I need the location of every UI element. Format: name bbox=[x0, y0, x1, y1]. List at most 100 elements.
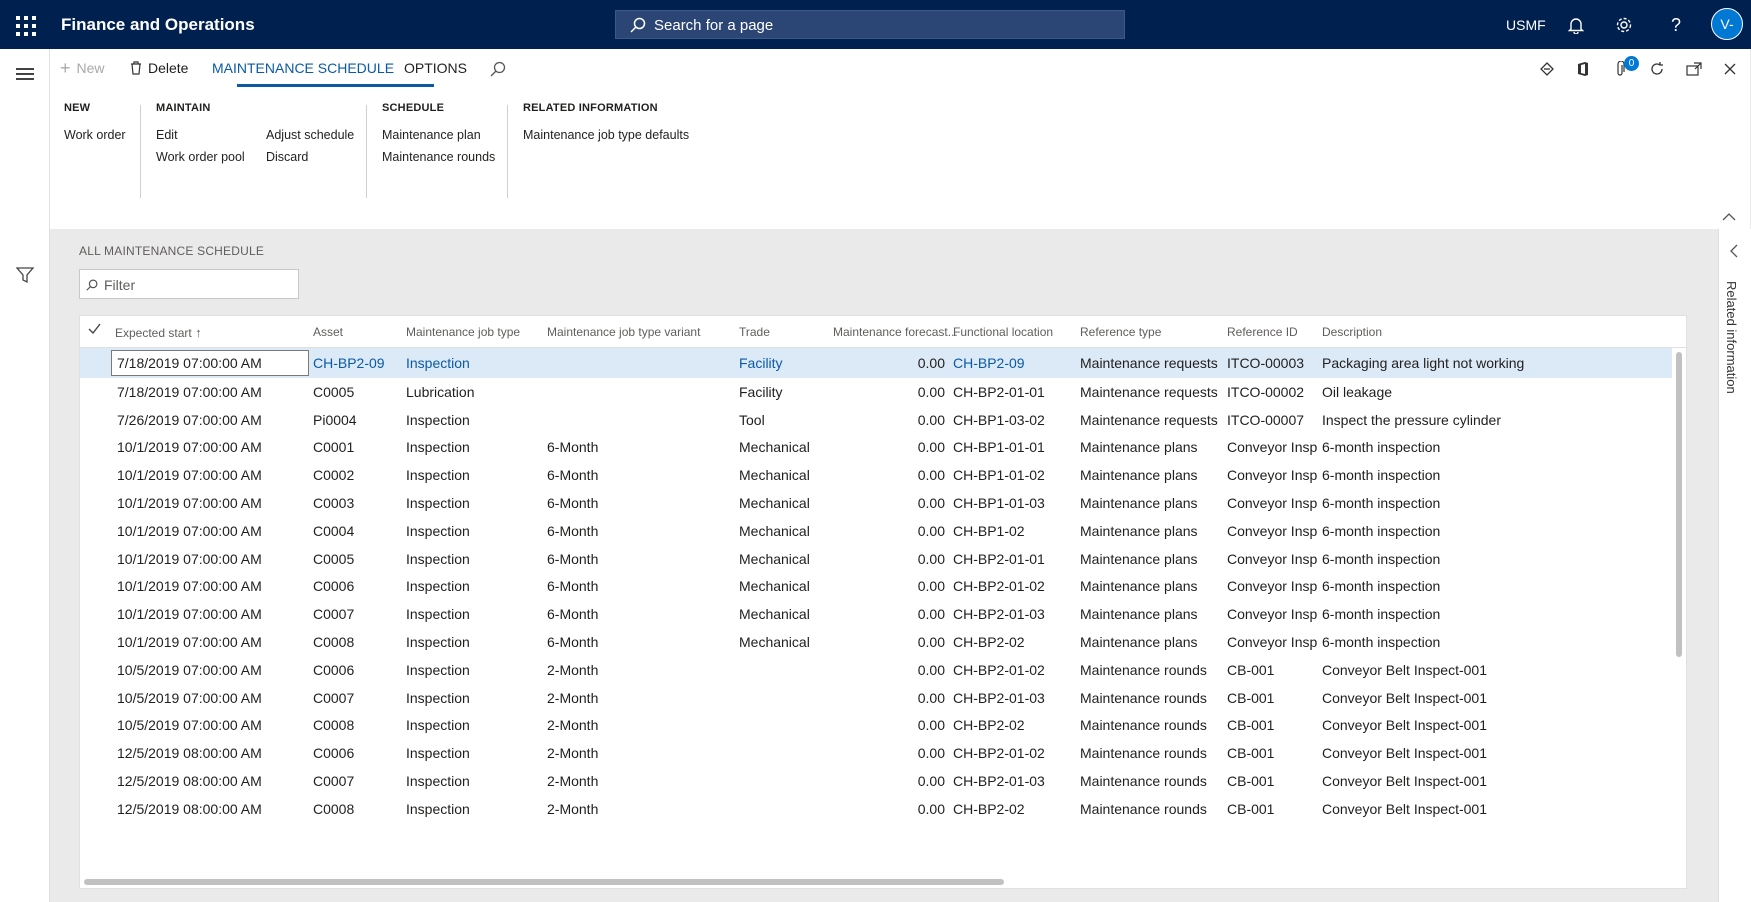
vertical-scrollbar[interactable] bbox=[1676, 352, 1682, 657]
collapse-ribbon-icon[interactable] bbox=[1722, 209, 1736, 225]
cell-job-type: Inspection bbox=[406, 411, 470, 428]
cell-asset: C0007 bbox=[313, 689, 355, 706]
table-row[interactable]: 10/1/2019 07:00:00 AM C0003 Inspection 6-Mo… bbox=[80, 488, 1672, 518]
app-launcher-icon[interactable] bbox=[14, 14, 36, 36]
cell-asset: C0003 bbox=[313, 495, 355, 511]
col-reference-type[interactable]: Reference type bbox=[1080, 325, 1161, 339]
cell-expected-start[interactable]: 7/18/2019 07:00:00 AM bbox=[117, 384, 307, 400]
col-description[interactable]: Description bbox=[1322, 325, 1382, 339]
table-row[interactable]: 12/5/2019 08:00:00 AM C0006 Inspection 2-Mo… bbox=[80, 738, 1672, 768]
cell-expected-start[interactable]: 10/5/2019 07:00:00 AM bbox=[117, 690, 307, 706]
cell-job-type: Inspection bbox=[406, 606, 470, 623]
open-new-window-icon[interactable] bbox=[1684, 59, 1704, 79]
job-type-defaults-button[interactable]: Maintenance job type defaults bbox=[523, 128, 689, 142]
close-icon[interactable] bbox=[1720, 59, 1740, 79]
cell-expected-start[interactable]: 10/1/2019 07:00:00 AM bbox=[117, 634, 307, 650]
cell-expected-start[interactable]: 10/1/2019 07:00:00 AM bbox=[117, 439, 307, 455]
adjust-schedule-button[interactable]: Adjust schedule bbox=[266, 128, 354, 142]
cell-reference-id: ITCO-00007 bbox=[1227, 411, 1305, 428]
maintenance-rounds-button[interactable]: Maintenance rounds bbox=[382, 150, 495, 164]
search-icon bbox=[86, 279, 98, 291]
new-button[interactable]: + New bbox=[60, 59, 105, 77]
related-info-panel[interactable]: Related information bbox=[1718, 229, 1751, 902]
cell-job-type-variant: 6-Month bbox=[547, 578, 599, 595]
tab-options[interactable]: OPTIONS bbox=[404, 60, 467, 76]
work-order-pool-button[interactable]: Work order pool bbox=[156, 150, 245, 164]
filter-pane-icon[interactable] bbox=[15, 266, 35, 287]
table-row[interactable]: 7/26/2019 07:00:00 AM Pi0004 Inspection Too… bbox=[80, 405, 1672, 435]
maintenance-schedule-grid: Expected start ↑ Asset Maintenance job t… bbox=[79, 315, 1687, 889]
company-selector[interactable]: USMF bbox=[1506, 17, 1546, 33]
cell-trade: Tool bbox=[739, 411, 765, 428]
cell-expected-start[interactable]: 10/1/2019 07:00:00 AM bbox=[117, 523, 307, 539]
maintenance-plan-button[interactable]: Maintenance plan bbox=[382, 128, 481, 142]
horizontal-scrollbar[interactable] bbox=[84, 879, 1004, 885]
table-row[interactable]: 10/1/2019 07:00:00 AM C0005 Inspection 6-Mo… bbox=[80, 544, 1672, 574]
table-row[interactable]: 10/5/2019 07:00:00 AM C0007 Inspection 2-Mo… bbox=[80, 683, 1672, 713]
cell-expected-start[interactable]: 10/1/2019 07:00:00 AM bbox=[117, 467, 307, 483]
chevron-left-icon[interactable] bbox=[1730, 244, 1738, 261]
cell-trade: Mechanical bbox=[739, 495, 810, 511]
cell-reference-type: Maintenance plans bbox=[1080, 495, 1198, 511]
table-row[interactable]: 12/5/2019 08:00:00 AM C0008 Inspection 2-Mo… bbox=[80, 794, 1672, 824]
cell-functional-location[interactable]: CH-BP2-09 bbox=[953, 355, 1077, 371]
cell-trade[interactable]: Facility bbox=[739, 355, 829, 371]
delete-button[interactable]: Delete bbox=[130, 60, 188, 76]
cell-expected-start[interactable]: 12/5/2019 08:00:00 AM bbox=[117, 801, 307, 817]
cell-asset[interactable]: CH-BP2-09 bbox=[313, 355, 401, 371]
table-row[interactable]: 7/18/2019 07:00:00 AM CH-BP2-09 Inspection… bbox=[80, 348, 1672, 378]
app-title[interactable]: Finance and Operations bbox=[61, 15, 255, 35]
table-row[interactable]: 10/1/2019 07:00:00 AM C0008 Inspection 6-Mo… bbox=[80, 627, 1672, 657]
select-all-check-icon[interactable] bbox=[88, 323, 101, 337]
cell-expected-start[interactable]: 10/1/2019 07:00:00 AM bbox=[117, 606, 307, 622]
cell-expected-start[interactable]: 7/26/2019 07:00:00 AM bbox=[117, 412, 307, 428]
table-row[interactable]: 10/1/2019 07:00:00 AM C0002 Inspection 6-Mo… bbox=[80, 460, 1672, 490]
edit-button[interactable]: Edit bbox=[156, 128, 178, 142]
cell-expected-start[interactable]: 12/5/2019 08:00:00 AM bbox=[117, 773, 307, 789]
col-functional-location[interactable]: Functional location bbox=[953, 325, 1053, 339]
col-job-type[interactable]: Maintenance job type bbox=[406, 325, 520, 339]
table-row[interactable]: 12/5/2019 08:00:00 AM C0007 Inspection 2-Mo… bbox=[80, 766, 1672, 796]
hamburger-icon[interactable] bbox=[16, 68, 34, 80]
cell-job-type: Inspection bbox=[406, 578, 470, 595]
col-reference-id[interactable]: Reference ID bbox=[1227, 325, 1298, 339]
table-row[interactable]: 10/5/2019 07:00:00 AM C0008 Inspection 2-Mo… bbox=[80, 710, 1672, 740]
tab-maintenance-schedule[interactable]: MAINTENANCE SCHEDULE bbox=[212, 60, 394, 76]
discard-button[interactable]: Discard bbox=[266, 150, 308, 164]
find-icon[interactable] bbox=[490, 61, 506, 77]
diamond-icon[interactable] bbox=[1537, 59, 1557, 79]
table-row[interactable]: 7/18/2019 07:00:00 AM C0005 Lubrication Fac… bbox=[80, 377, 1672, 407]
filter-input[interactable]: Filter bbox=[79, 269, 299, 299]
refresh-icon[interactable] bbox=[1647, 59, 1667, 79]
bell-icon[interactable] bbox=[1564, 13, 1588, 37]
table-row[interactable]: 10/1/2019 07:00:00 AM C0007 Inspection 6-Mo… bbox=[80, 599, 1672, 629]
cell-job-type[interactable]: Inspection bbox=[406, 355, 542, 371]
table-row[interactable]: 10/5/2019 07:00:00 AM C0006 Inspection 2-Mo… bbox=[80, 655, 1672, 685]
search-box[interactable]: Search for a page bbox=[615, 10, 1125, 39]
cell-expected-start[interactable]: 12/5/2019 08:00:00 AM bbox=[117, 745, 307, 761]
col-asset[interactable]: Asset bbox=[313, 325, 343, 339]
col-trade[interactable]: Trade bbox=[739, 325, 770, 339]
avatar[interactable]: V- bbox=[1711, 8, 1743, 40]
table-row[interactable]: 10/1/2019 07:00:00 AM C0001 Inspection 6-Mo… bbox=[80, 432, 1672, 462]
office-icon[interactable] bbox=[1573, 59, 1593, 79]
gear-icon[interactable] bbox=[1612, 13, 1636, 37]
table-row[interactable]: 10/1/2019 07:00:00 AM C0004 Inspection 6-Mo… bbox=[80, 516, 1672, 546]
help-icon[interactable]: ? bbox=[1664, 13, 1688, 37]
col-job-type-variant[interactable]: Maintenance job type variant bbox=[547, 325, 700, 339]
col-expected-start[interactable]: Expected start ↑ bbox=[115, 325, 202, 340]
work-order-button[interactable]: Work order bbox=[64, 128, 126, 142]
table-row[interactable]: 10/1/2019 07:00:00 AM C0006 Inspection 6-Mo… bbox=[80, 571, 1672, 601]
col-forecast[interactable]: Maintenance forecast... bbox=[833, 325, 958, 339]
cell-expected-start[interactable]: 10/5/2019 07:00:00 AM bbox=[117, 717, 307, 733]
cell-job-type-variant: 6-Month bbox=[547, 606, 599, 623]
cell-expected-start[interactable]: 10/1/2019 07:00:00 AM bbox=[117, 551, 307, 567]
cell-trade: Mechanical bbox=[739, 522, 810, 539]
cell-expected-start[interactable]: 10/1/2019 07:00:00 AM bbox=[117, 495, 307, 511]
cell-functional-location: CH-BP1-01-02 bbox=[953, 467, 1045, 484]
cell-reference-id: CB-001 bbox=[1227, 689, 1275, 706]
cell-expected-start[interactable]: 10/1/2019 07:00:00 AM bbox=[117, 578, 307, 594]
cell-expected-start[interactable]: 7/18/2019 07:00:00 AM bbox=[117, 355, 307, 371]
cell-description: Conveyor Belt Inspect-001 bbox=[1322, 745, 1487, 762]
cell-expected-start[interactable]: 10/5/2019 07:00:00 AM bbox=[117, 662, 307, 678]
